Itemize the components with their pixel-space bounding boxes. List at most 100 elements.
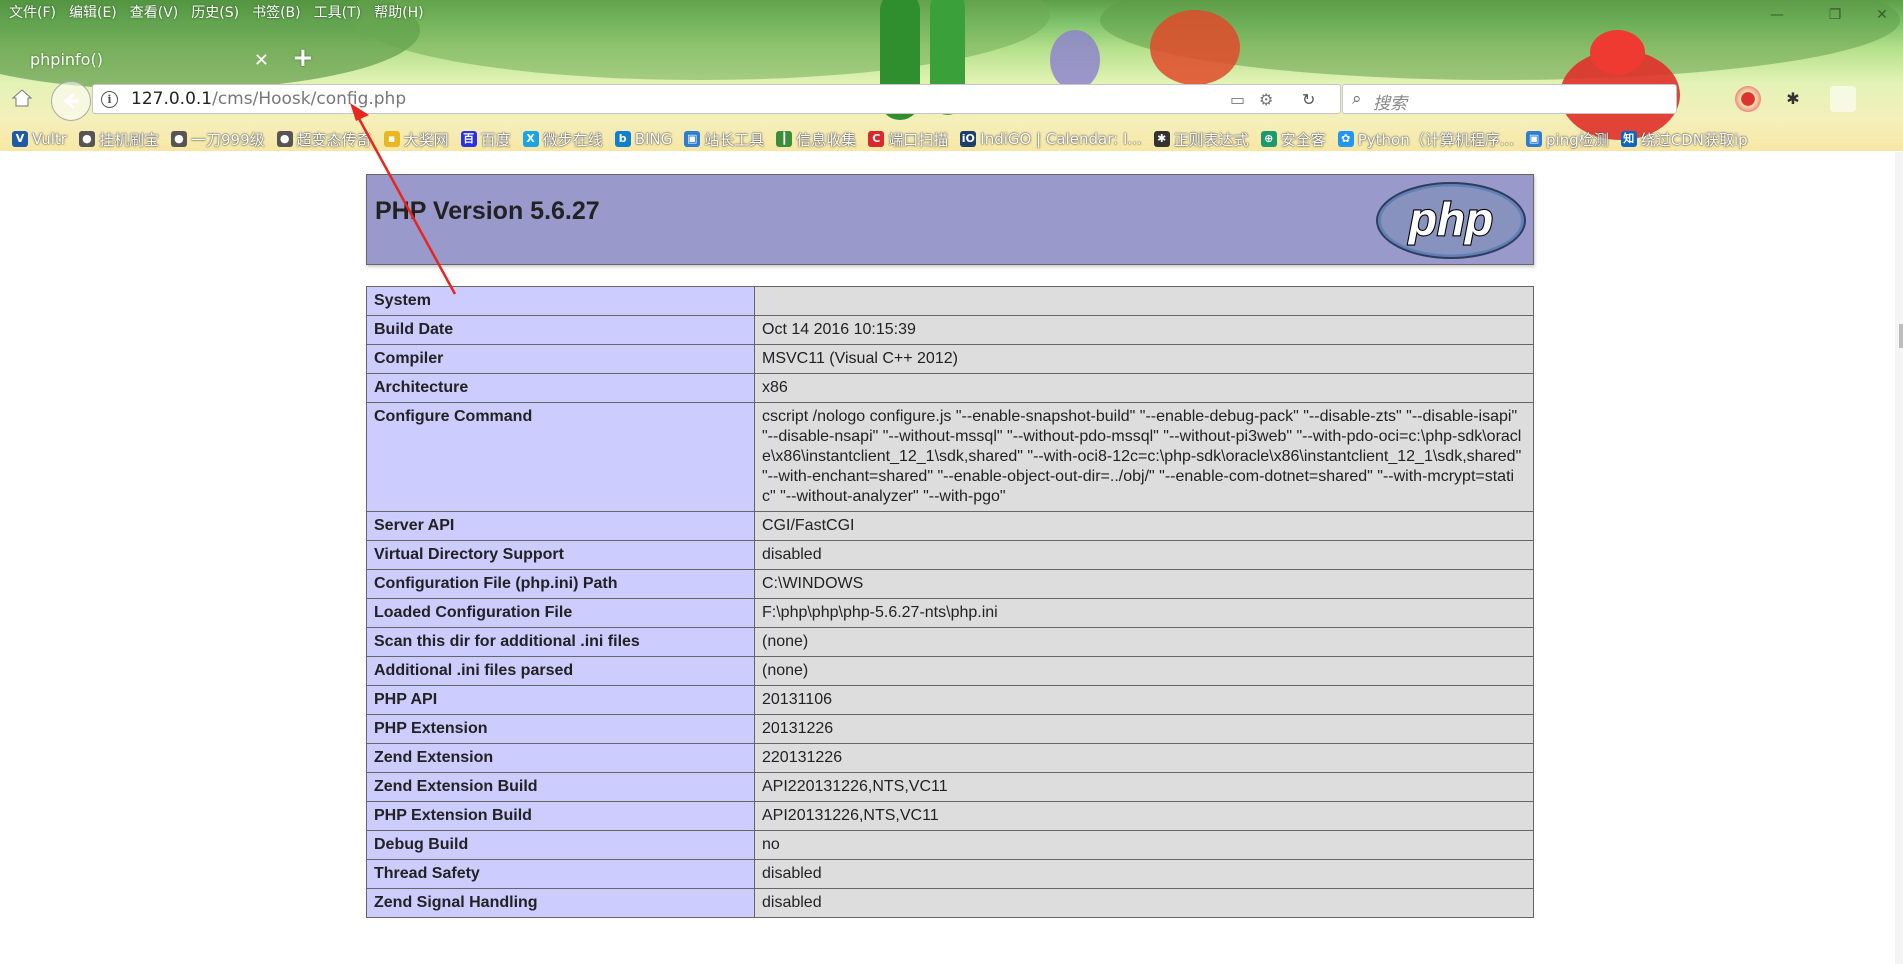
browser-chrome: 文件(F) 编辑(E) 查看(V) 历史(S) 书签(B) 工具(T) 帮助(H…	[0, 0, 1903, 151]
minimize-icon[interactable]: —	[1757, 0, 1797, 30]
info-value: disabled	[754, 540, 1534, 570]
scrollbar-thumb[interactable]	[1899, 324, 1903, 348]
new-tab-icon[interactable]: +	[292, 43, 314, 73]
bookmark-item[interactable]: ✿ Python（计算机程序...	[1337, 129, 1514, 150]
gear-icon[interactable]: ⚙	[1259, 90, 1273, 109]
bookmark-item[interactable]: X 微步在线	[522, 129, 603, 150]
theme-decoration	[1050, 30, 1100, 90]
bookmark-item[interactable]: ┃ 信息收集	[776, 129, 856, 150]
bookmark-item[interactable]: 知绕过CDN获取ip	[1620, 129, 1748, 150]
menu-file[interactable]: 文件(F)	[9, 2, 56, 22]
info-value: Oct 14 2016 10:15:39	[754, 315, 1534, 345]
info-key: System	[366, 286, 755, 316]
info-key: Configure Command	[366, 402, 755, 512]
tab-phpinfo[interactable]: phpinfo() ✕	[0, 40, 283, 78]
info-key: Compiler	[366, 344, 755, 374]
bookmark-item[interactable]: C 端口扫描	[868, 129, 948, 150]
bookmark-item[interactable]: V Vultr	[12, 130, 67, 148]
info-row: PHP Extension Build API20131226,NTS,VC11	[366, 801, 1534, 831]
bookmark-item[interactable]: ⊕ 安全客	[1260, 129, 1326, 150]
bookmark-icon: ┃	[776, 131, 793, 147]
info-row: Loaded Configuration File F:\php\php\php-…	[366, 598, 1534, 628]
info-value	[754, 286, 1534, 316]
info-value: x86	[754, 373, 1534, 403]
info-row: Scan this dir for additional .ini files(…	[366, 627, 1534, 657]
info-key: Server API	[366, 511, 755, 541]
bookmark-label: ping检测	[1546, 130, 1609, 149]
info-value: API20131226,NTS,VC11	[754, 801, 1534, 831]
bookmark-item[interactable]: ● 超变态传奇	[276, 129, 372, 150]
bookmark-item[interactable]: ● 一刀999级	[170, 129, 265, 150]
info-key: Zend Extension	[366, 743, 755, 773]
url-host: 127.0.0.1	[131, 89, 213, 109]
menu-icon[interactable]	[1830, 86, 1856, 112]
bookmark-item[interactable]: ▪ 大奖网	[383, 129, 449, 150]
info-row: Zend Signal Handling disabled	[366, 888, 1534, 918]
bookmark-item[interactable]: iO IndiGO | Calendar: I...	[960, 130, 1142, 148]
addon-icon[interactable]	[1735, 86, 1761, 112]
home-icon[interactable]	[10, 86, 34, 110]
info-value: disabled	[754, 888, 1534, 918]
phpinfo-page: PHP Version 5.6.27 php System Build Date O…	[366, 174, 1534, 918]
php-logo[interactable]: php	[1375, 181, 1527, 260]
menu-history[interactable]: 历史(S)	[191, 2, 239, 22]
bookmark-icon: 知	[1620, 131, 1637, 147]
info-row: Thread Safety disabled	[366, 859, 1534, 889]
bookmark-label: 超变态传奇	[296, 130, 372, 149]
info-key: Loaded Configuration File	[366, 598, 755, 628]
info-value: cscript /nologo configure.js "--enable-s…	[754, 402, 1534, 512]
menu-bookmarks[interactable]: 书签(B)	[252, 2, 301, 22]
bookmark-label: 端口扫描	[888, 130, 949, 149]
php-version-header: PHP Version 5.6.27 php	[366, 174, 1534, 265]
php-info-table: System Build Date Oct 14 2016 10:15:39 Comp…	[366, 286, 1534, 918]
menu-help[interactable]: 帮助(H)	[374, 2, 423, 22]
bookmark-icon: ✱	[1153, 131, 1170, 147]
back-button[interactable]	[51, 81, 91, 121]
close-window-icon[interactable]: ✕	[1862, 0, 1902, 30]
reader-view-icon[interactable]: ▭	[1230, 90, 1245, 109]
bookmark-icon: ▣	[684, 131, 701, 147]
bookmark-label: 微步在线	[542, 130, 603, 149]
reload-icon[interactable]: ↻	[1302, 90, 1315, 109]
extension-icon[interactable]: ✱	[1780, 86, 1806, 112]
info-row: Virtual Directory Support disabled	[366, 540, 1534, 570]
php-logo-text: php	[1407, 193, 1493, 245]
vertical-scrollbar[interactable]	[1895, 152, 1903, 964]
bookmark-label: 信息收集	[796, 130, 857, 149]
info-value: no	[754, 830, 1534, 860]
url-text[interactable]: 127.0.0.1/cms/Hoosk/config.php	[131, 89, 406, 109]
info-value: 220131226	[754, 743, 1534, 773]
bookmark-item[interactable]: ✱ 正则表达式	[1153, 129, 1249, 150]
menu-view[interactable]: 查看(V)	[130, 2, 179, 22]
info-value: (none)	[754, 656, 1534, 686]
bookmark-item[interactable]: ▣ 站长工具	[684, 129, 764, 150]
info-icon[interactable]: i	[101, 91, 118, 108]
bookmark-icon: ●	[170, 131, 187, 147]
info-key: Virtual Directory Support	[366, 540, 755, 570]
menu-tools[interactable]: 工具(T)	[314, 2, 361, 22]
bookmark-label: 站长工具	[704, 130, 765, 149]
bookmark-label: 正则表达式	[1173, 130, 1249, 149]
search-placeholder: 搜索	[1373, 94, 1407, 114]
menu-edit[interactable]: 编辑(E)	[69, 2, 117, 22]
tab-close-icon[interactable]: ✕	[254, 50, 269, 71]
url-path: /cms/Hoosk/config.php	[212, 89, 407, 109]
bookmark-item[interactable]: ▣ ping检测	[1526, 129, 1609, 150]
info-value: API220131226,NTS,VC11	[754, 772, 1534, 802]
bookmark-label: 大奖网	[403, 130, 449, 149]
info-row: PHP Extension 20131226	[366, 714, 1534, 744]
bookmark-item[interactable]: b BING	[614, 130, 673, 148]
bookmark-icon: ▣	[1526, 131, 1543, 147]
info-key: PHP Extension	[366, 714, 755, 744]
info-value: disabled	[754, 859, 1534, 889]
bookmark-icon: ✿	[1337, 131, 1354, 147]
info-value: 20131106	[754, 685, 1534, 715]
bookmark-icon: V	[12, 131, 28, 147]
bookmark-label: 绕过CDN获取ip	[1640, 130, 1748, 149]
bookmark-item[interactable]: 百百度	[460, 129, 511, 150]
address-bar[interactable]: i 127.0.0.1/cms/Hoosk/config.php ▭ ⚙ ↻	[92, 84, 1341, 114]
bookmark-label: BING	[634, 130, 673, 148]
maximize-icon[interactable]: ❐	[1815, 0, 1855, 30]
bookmark-item[interactable]: ● 挂机刷宝	[78, 129, 159, 150]
search-bar[interactable]: ⌕ 搜索	[1342, 84, 1677, 114]
